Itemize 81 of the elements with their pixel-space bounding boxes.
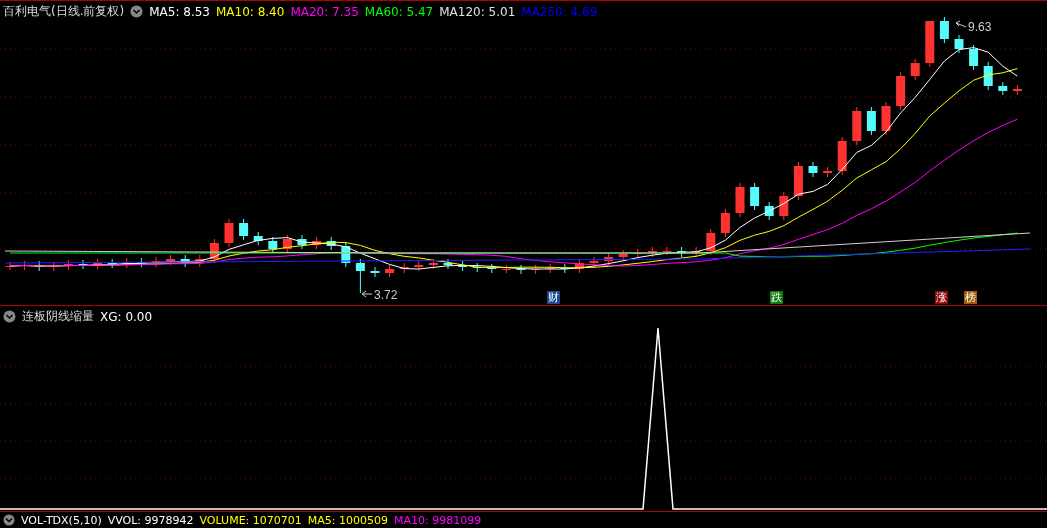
indicator-value: MA5: 8.53 bbox=[149, 4, 210, 19]
candlestick bbox=[735, 182, 745, 218]
candlestick bbox=[969, 44, 979, 71]
candlestick bbox=[93, 258, 103, 270]
candlestick bbox=[5, 261, 15, 271]
high-price-label: 9.63 bbox=[968, 20, 992, 34]
candlestick bbox=[866, 106, 876, 136]
candlestick bbox=[896, 71, 906, 111]
candlestick bbox=[414, 260, 424, 272]
candlestick bbox=[355, 258, 365, 294]
candlestick bbox=[779, 191, 789, 221]
candlestick bbox=[1012, 84, 1022, 96]
event-badge[interactable]: 榜 bbox=[964, 291, 977, 304]
indicator-value: MA10: 9981099 bbox=[394, 513, 482, 527]
candlestick bbox=[253, 231, 263, 246]
low-price-label: 3.72 bbox=[374, 288, 398, 302]
event-badge[interactable]: 涨 bbox=[935, 291, 948, 304]
candlestick bbox=[823, 166, 833, 178]
candlestick bbox=[326, 236, 336, 251]
indicator-value: VVOL: 9978942 bbox=[107, 513, 194, 527]
indicator-value: VOL-TDX(5,10) bbox=[21, 513, 102, 527]
candlestick bbox=[107, 258, 117, 269]
candlestick bbox=[399, 262, 409, 274]
candlestick bbox=[443, 258, 453, 270]
candlestick bbox=[750, 182, 760, 211]
candlestick bbox=[341, 241, 351, 268]
leader-line bbox=[955, 20, 967, 28]
candlestick bbox=[385, 264, 395, 278]
candlestick bbox=[574, 258, 584, 274]
dropdown-icon[interactable] bbox=[3, 514, 15, 526]
indicator-title: 连板阴线缩量 bbox=[22, 308, 94, 325]
candlestick bbox=[370, 266, 380, 278]
candlestick bbox=[604, 252, 614, 266]
candlestick bbox=[487, 263, 497, 274]
indicator-value: MA60: 5.47 bbox=[364, 4, 434, 19]
candlestick bbox=[166, 254, 176, 266]
candlestick bbox=[297, 234, 307, 250]
candlestick bbox=[939, 16, 949, 44]
candlestick bbox=[224, 218, 234, 248]
candlestick bbox=[63, 259, 73, 271]
candlestick bbox=[793, 161, 803, 201]
event-badge[interactable]: 财 bbox=[547, 291, 560, 304]
candlestick bbox=[837, 136, 847, 176]
indicator-value: MA250: 4.69 bbox=[521, 4, 598, 19]
candlestick bbox=[282, 234, 292, 254]
indicator-value: MA20: 7.35 bbox=[290, 4, 359, 19]
candlestick bbox=[925, 20, 935, 68]
chart-title: 百利电气(日线.前复权) bbox=[3, 3, 125, 20]
candlestick bbox=[78, 259, 88, 270]
candlestick bbox=[458, 260, 468, 272]
candlestick bbox=[954, 34, 964, 54]
indicator-value: MA5: 1000509 bbox=[307, 513, 388, 527]
indicator-value: XG: 0.00 bbox=[100, 309, 153, 324]
candlestick bbox=[195, 254, 205, 268]
candlestick bbox=[312, 236, 322, 250]
dropdown-icon[interactable] bbox=[3, 310, 16, 323]
indicator-value: VOLUME: 1070701 bbox=[199, 513, 302, 527]
candlestick bbox=[268, 236, 278, 254]
candlestick bbox=[881, 101, 891, 136]
candlestick bbox=[662, 246, 672, 256]
candlestick bbox=[852, 106, 862, 146]
candlestick bbox=[706, 228, 716, 256]
indicator-value: MA120: 5.01 bbox=[439, 4, 516, 19]
candlestick bbox=[239, 218, 249, 241]
candlestick bbox=[910, 58, 920, 81]
candlestick bbox=[180, 254, 190, 268]
candlestick bbox=[501, 264, 511, 274]
candlestick bbox=[808, 161, 818, 178]
event-badge[interactable]: 跌 bbox=[770, 291, 783, 304]
leader-line bbox=[361, 290, 373, 298]
dropdown-icon[interactable] bbox=[130, 5, 144, 18]
indicator-value: MA10: 8.40 bbox=[215, 4, 285, 19]
candlestick bbox=[720, 208, 730, 238]
candlestick bbox=[647, 246, 657, 258]
candlestick bbox=[998, 81, 1008, 96]
candlestick bbox=[428, 258, 438, 270]
candlestick bbox=[764, 201, 774, 221]
candlestick bbox=[618, 249, 628, 262]
candlestick bbox=[677, 246, 687, 258]
candlestick bbox=[516, 264, 526, 275]
candlestick bbox=[983, 61, 993, 91]
